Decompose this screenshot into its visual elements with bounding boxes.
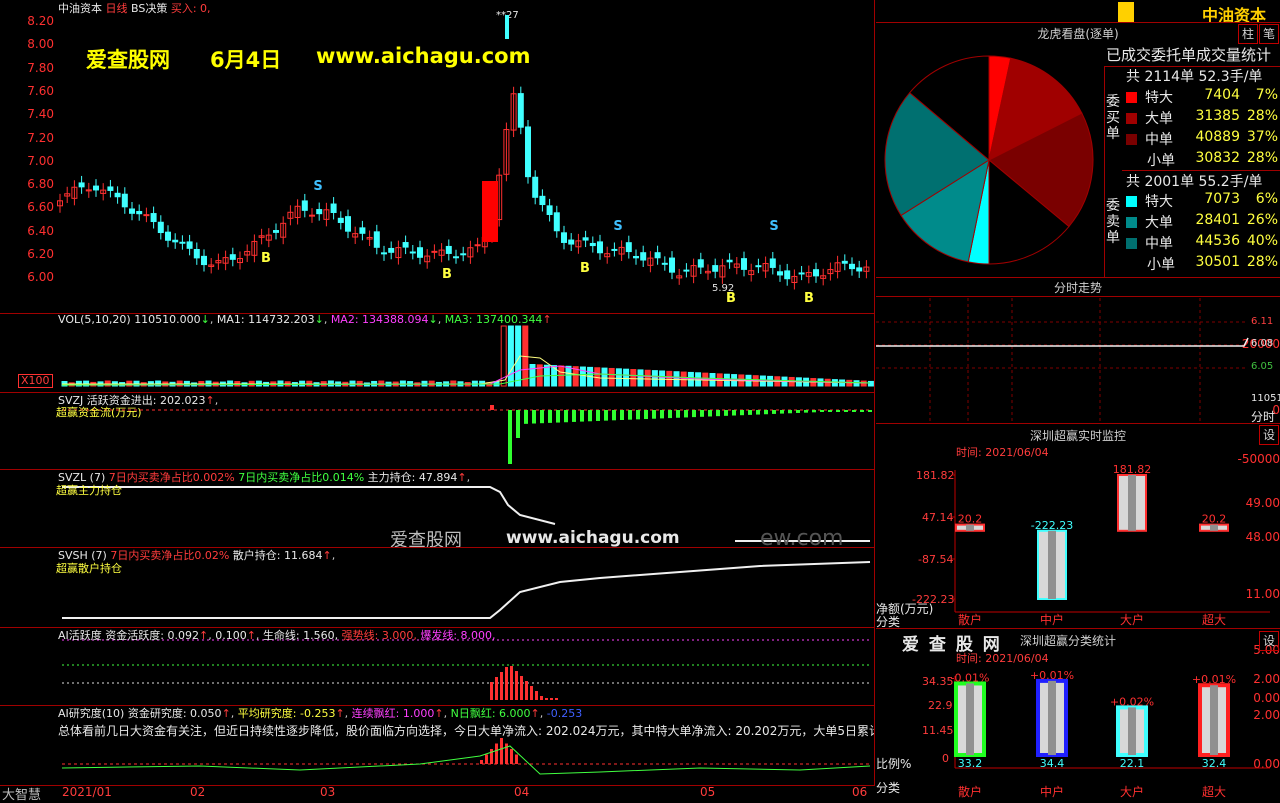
class-top-label: +0.02% (1110, 695, 1154, 708)
class-value-label: 32.4 (1202, 757, 1227, 770)
class-bar-shade (1048, 680, 1056, 755)
class-top-label: -0.01% (951, 671, 990, 684)
class-bar-shade (1210, 685, 1218, 755)
class-bar-chart: -0.01% 33.2 散户 +0.01% 34.4 中户 +0.02% 22.1 大户 +0.0… (951, 669, 1270, 799)
class-value-label: 33.2 (958, 757, 983, 770)
class-category-label: 大户 (1120, 784, 1144, 799)
class-top-label: +0.01% (1192, 673, 1236, 686)
class-category-label: 中户 (1040, 784, 1064, 799)
class-category-label: 散户 (958, 784, 982, 799)
class-top-label: +0.01% (1030, 669, 1074, 682)
class-category-label: 超大 (1202, 784, 1226, 799)
class-bar-shade (966, 683, 974, 755)
class-bar-shade (1128, 707, 1136, 755)
class-value-label: 22.1 (1120, 757, 1145, 770)
class-value-label: 34.4 (1040, 757, 1065, 770)
